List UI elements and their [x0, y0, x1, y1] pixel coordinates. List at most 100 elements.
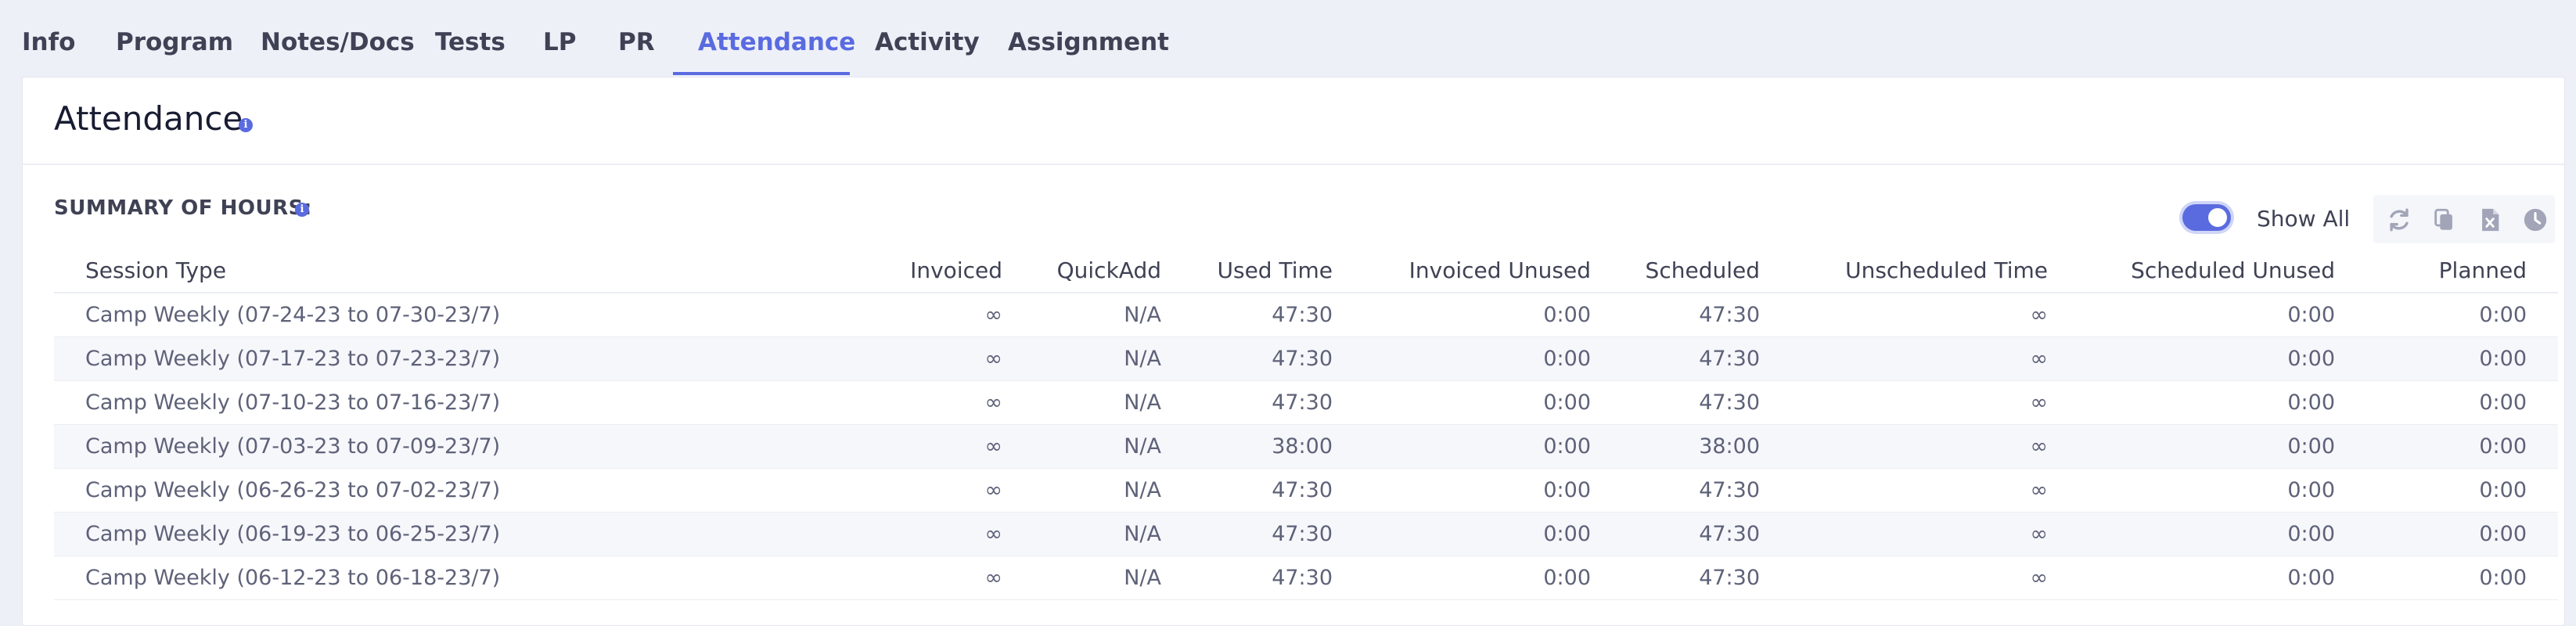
invoiced-unused-cell: 0:00	[1333, 424, 1591, 469]
column-header-quickadd[interactable]: QuickAdd	[1002, 248, 1161, 293]
column-header-session-type[interactable]: Session Type	[54, 248, 797, 293]
column-header-scheduled[interactable]: Scheduled	[1591, 248, 1760, 293]
quickadd-cell: N/A	[1002, 293, 1161, 337]
scheduled-unused-cell: 0:00	[2048, 380, 2335, 425]
tab-bar: Info Program Notes/Docs Tests LP PR Atte…	[0, 0, 2576, 77]
quickadd-cell: N/A	[1002, 512, 1161, 556]
unscheduled-time-cell: ∞	[1760, 424, 2048, 469]
show-all-label: Show All	[2257, 206, 2351, 232]
session-type-cell: Camp Weekly (07-10-23 to 07-16-23/7)	[54, 380, 797, 425]
excel-export-icon[interactable]	[2477, 207, 2503, 233]
scheduled-cell: 47:30	[1591, 468, 1760, 513]
info-icon[interactable]: i	[239, 118, 253, 132]
scheduled-cell: 38:00	[1591, 424, 1760, 469]
table-header-row: Session Type Invoiced QuickAdd Used Time…	[54, 248, 2558, 293]
tab-info[interactable]: Info	[22, 28, 75, 56]
unscheduled-time-cell: ∞	[1760, 512, 2048, 556]
history-clock-icon[interactable]	[2522, 207, 2549, 233]
used-time-cell: 47:30	[1161, 556, 1333, 600]
active-tab-indicator	[673, 72, 850, 75]
column-header-invoiced[interactable]: Invoiced	[797, 248, 1002, 293]
quickadd-cell: N/A	[1002, 556, 1161, 600]
session-type-cell: Camp Weekly (07-03-23 to 07-09-23/7)	[54, 424, 797, 469]
tab-assignment[interactable]: Assignment	[1008, 28, 1169, 56]
invoiced-unused-cell: 0:00	[1333, 336, 1591, 381]
tab-lp[interactable]: LP	[543, 28, 576, 56]
scheduled-unused-cell: 0:00	[2048, 293, 2335, 337]
session-type-cell: Camp Weekly (07-17-23 to 07-23-23/7)	[54, 336, 797, 381]
tab-activity[interactable]: Activity	[875, 28, 980, 56]
quickadd-cell: N/A	[1002, 336, 1161, 381]
invoiced-unused-cell: 0:00	[1333, 468, 1591, 513]
column-header-unscheduled-time[interactable]: Unscheduled Time	[1760, 248, 2048, 293]
table-row[interactable]: Camp Weekly (07-17-23 to 07-23-23/7) ∞ N…	[54, 336, 2558, 381]
column-header-invoiced-unused[interactable]: Invoiced Unused	[1333, 248, 1591, 293]
card-header: Attendance i	[23, 77, 2564, 165]
session-type-cell: Camp Weekly (06-26-23 to 07-02-23/7)	[54, 468, 797, 513]
copy-icon[interactable]	[2431, 207, 2458, 233]
session-type-cell: Camp Weekly (06-19-23 to 06-25-23/7)	[54, 512, 797, 556]
used-time-cell: 47:30	[1161, 380, 1333, 425]
invoiced-cell: ∞	[797, 556, 1002, 600]
used-time-cell: 47:30	[1161, 293, 1333, 337]
planned-cell: 0:00	[2335, 424, 2558, 469]
table-row[interactable]: Camp Weekly (07-03-23 to 07-09-23/7) ∞ N…	[54, 424, 2558, 469]
attendance-card: Attendance i SUMMARY OF HOURS: i Show Al…	[22, 77, 2565, 626]
summary-table: Session Type Invoiced QuickAdd Used Time…	[54, 248, 2558, 600]
scheduled-cell: 47:30	[1591, 512, 1760, 556]
table-row[interactable]: Camp Weekly (07-24-23 to 07-30-23/7) ∞ N…	[54, 293, 2558, 337]
show-all-toggle[interactable]	[2182, 204, 2231, 231]
table-toolbar	[2373, 195, 2555, 243]
table-row[interactable]: Camp Weekly (06-26-23 to 07-02-23/7) ∞ N…	[54, 468, 2558, 513]
scheduled-unused-cell: 0:00	[2048, 336, 2335, 381]
planned-cell: 0:00	[2335, 468, 2558, 513]
scheduled-cell: 47:30	[1591, 556, 1760, 600]
used-time-cell: 47:30	[1161, 512, 1333, 556]
page-title: Attendance	[54, 99, 243, 138]
summary-info-icon[interactable]: i	[295, 203, 309, 217]
planned-cell: 0:00	[2335, 336, 2558, 381]
session-type-cell: Camp Weekly (07-24-23 to 07-30-23/7)	[54, 293, 797, 337]
column-header-used-time[interactable]: Used Time	[1161, 248, 1333, 293]
planned-cell: 0:00	[2335, 293, 2558, 337]
invoiced-unused-cell: 0:00	[1333, 512, 1591, 556]
tab-tests[interactable]: Tests	[435, 28, 505, 56]
toggle-knob	[2208, 208, 2227, 227]
table-row[interactable]: Camp Weekly (06-12-23 to 06-18-23/7) ∞ N…	[54, 556, 2558, 600]
unscheduled-time-cell: ∞	[1760, 336, 2048, 381]
scheduled-cell: 47:30	[1591, 293, 1760, 337]
unscheduled-time-cell: ∞	[1760, 556, 2048, 600]
planned-cell: 0:00	[2335, 512, 2558, 556]
used-time-cell: 47:30	[1161, 468, 1333, 513]
quickadd-cell: N/A	[1002, 468, 1161, 513]
refresh-icon[interactable]	[2386, 207, 2412, 233]
scheduled-cell: 47:30	[1591, 336, 1760, 381]
column-header-planned[interactable]: Planned	[2335, 248, 2558, 293]
invoiced-cell: ∞	[797, 336, 1002, 381]
unscheduled-time-cell: ∞	[1760, 380, 2048, 425]
tab-attendance[interactable]: Attendance	[698, 28, 855, 56]
column-header-scheduled-unused[interactable]: Scheduled Unused	[2048, 248, 2335, 293]
table-row[interactable]: Camp Weekly (07-10-23 to 07-16-23/7) ∞ N…	[54, 380, 2558, 425]
invoiced-unused-cell: 0:00	[1333, 293, 1591, 337]
invoiced-unused-cell: 0:00	[1333, 380, 1591, 425]
tab-notes-docs[interactable]: Notes/Docs	[261, 28, 415, 56]
invoiced-cell: ∞	[797, 468, 1002, 513]
used-time-cell: 38:00	[1161, 424, 1333, 469]
invoiced-cell: ∞	[797, 424, 1002, 469]
session-type-cell: Camp Weekly (06-12-23 to 06-18-23/7)	[54, 556, 797, 600]
summary-of-hours-title: SUMMARY OF HOURS:	[54, 196, 312, 220]
quickadd-cell: N/A	[1002, 424, 1161, 469]
unscheduled-time-cell: ∞	[1760, 468, 2048, 513]
invoiced-cell: ∞	[797, 512, 1002, 556]
scheduled-unused-cell: 0:00	[2048, 468, 2335, 513]
tab-pr[interactable]: PR	[618, 28, 655, 56]
table-row[interactable]: Camp Weekly (06-19-23 to 06-25-23/7) ∞ N…	[54, 512, 2558, 556]
invoiced-unused-cell: 0:00	[1333, 556, 1591, 600]
scheduled-unused-cell: 0:00	[2048, 556, 2335, 600]
invoiced-cell: ∞	[797, 380, 1002, 425]
unscheduled-time-cell: ∞	[1760, 293, 2048, 337]
tab-program[interactable]: Program	[116, 28, 233, 56]
invoiced-cell: ∞	[797, 293, 1002, 337]
scheduled-cell: 47:30	[1591, 380, 1760, 425]
